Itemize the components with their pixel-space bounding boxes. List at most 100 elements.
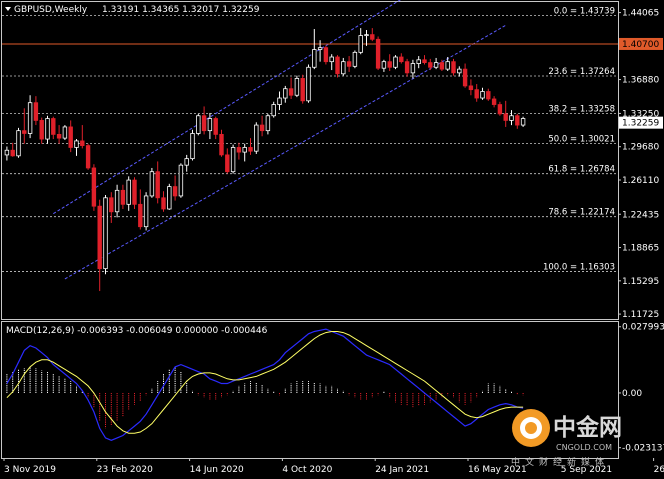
- candle-body: [126, 179, 131, 205]
- symbol-label: GBPUSD,Weekly: [14, 5, 88, 15]
- candle-body: [97, 205, 102, 270]
- candle-body: [358, 35, 363, 53]
- candle-body: [433, 62, 439, 68]
- candle-body: [364, 34, 369, 37]
- candle-body: [387, 61, 392, 68]
- candle-body: [4, 149, 10, 156]
- fibonacci-levels: 0.0 = 1.43739 23.6 = 1.37264 38.2 = 1.3325…: [2, 7, 618, 272]
- candle-body: [480, 91, 485, 99]
- candle-body: [515, 115, 520, 126]
- candle-body: [10, 149, 15, 157]
- candle-body: [167, 186, 172, 210]
- price-tick-label: 1.15295: [622, 277, 659, 287]
- candle-body: [33, 102, 39, 121]
- time-tick-label: 26 Dec 2021: [654, 465, 664, 475]
- candle-body: [51, 118, 56, 135]
- candle-body: [62, 126, 68, 139]
- candle-body: [248, 147, 253, 152]
- candle-body: [323, 47, 329, 63]
- candle-body: [393, 56, 398, 68]
- macd-readout: MACD(12,26,9) -0.006393 -0.006049 0.0000…: [6, 326, 268, 336]
- candle-body: [190, 133, 195, 160]
- candle-body: [468, 85, 474, 91]
- candle-body: [149, 171, 155, 197]
- time-tick-label: 23 Feb 2020: [97, 465, 153, 475]
- candle-body: [457, 68, 462, 74]
- candle-body: [306, 66, 311, 102]
- candle-body: [497, 104, 503, 115]
- candle-body: [242, 147, 247, 153]
- time-tick-label: 4 Oct 2020: [282, 465, 332, 475]
- candle-body: [486, 91, 491, 100]
- candle-body: [91, 167, 97, 207]
- candle-body: [399, 56, 404, 63]
- candle-body: [491, 98, 497, 105]
- fib-label-1: 23.6 = 1.37264: [548, 67, 615, 77]
- candle-body: [375, 38, 381, 69]
- signal-line: [6, 331, 524, 434]
- channel-lower: [64, 24, 506, 280]
- candle-body: [114, 189, 120, 213]
- candlesticks: [4, 28, 526, 292]
- watermark-domain: CNGOLD.COM: [556, 443, 612, 452]
- candle-body: [277, 97, 282, 105]
- candle-body: [39, 120, 44, 140]
- candle-body: [16, 130, 21, 157]
- candle-body: [300, 78, 305, 102]
- candle-body: [132, 179, 137, 205]
- candle-body: [254, 124, 259, 152]
- symbol-dropdown-icon[interactable]: [5, 7, 11, 11]
- watermark-coin-center: [525, 422, 537, 434]
- macd-indicator: [6, 328, 524, 441]
- candle-body: [201, 115, 207, 132]
- current-price-label: 1.32259: [622, 119, 659, 129]
- candle-body: [346, 61, 352, 67]
- fib-label-3: 50.0 = 1.30021: [548, 135, 615, 145]
- candle-body: [225, 154, 230, 173]
- price-tick-label: 1.29680: [622, 143, 659, 153]
- candle-body: [370, 34, 375, 40]
- price-tick-label: 1.44065: [622, 9, 659, 19]
- candle-body: [451, 61, 456, 74]
- candle-body: [265, 115, 271, 132]
- candle-body: [259, 124, 265, 132]
- candle-body: [172, 186, 178, 197]
- candle-body: [22, 130, 27, 134]
- fib-label-4: 61.8 = 1.26784: [548, 165, 615, 175]
- time-tick-label: 14 Jun 2020: [190, 465, 244, 475]
- candle-body: [120, 189, 126, 205]
- candle-body: [68, 126, 73, 148]
- candle-body: [410, 63, 416, 74]
- candle-body: [271, 104, 276, 117]
- macd-tick-label: 0.027993: [622, 323, 664, 333]
- macd-line: [6, 328, 524, 441]
- candle-body: [178, 164, 184, 197]
- watermark-tagline: 中文财经新媒体: [511, 456, 609, 468]
- fib-label-2: 38.2 = 1.33258: [548, 104, 615, 114]
- candle-body: [45, 118, 50, 140]
- fib-label-6: 100.0 = 1.16303: [543, 262, 615, 272]
- ohlc-readout: 1.33191 1.34365 1.32017 1.32259: [102, 5, 260, 15]
- candle-body: [80, 140, 85, 146]
- candle-body: [422, 59, 427, 64]
- chart-canvas[interactable]: 0.0 = 1.43739 23.6 = 1.37264 38.2 = 1.3325…: [0, 0, 664, 479]
- candle-body: [138, 203, 143, 228]
- fib-label-5: 78.6 = 1.22174: [548, 208, 615, 218]
- candle-body: [317, 47, 323, 50]
- price-tick-label: 1.26110: [622, 176, 659, 186]
- candle-body: [207, 118, 213, 132]
- candle-body: [503, 113, 508, 121]
- resistance-price-label: 1.40700: [622, 40, 659, 50]
- price-tick-label: 1.18865: [622, 244, 659, 254]
- candle-body: [474, 89, 479, 99]
- candle-body: [74, 140, 79, 148]
- candle-body: [462, 68, 468, 87]
- candle-body: [294, 78, 300, 96]
- candle-body: [236, 147, 242, 153]
- candle-body: [439, 62, 445, 70]
- candle-body: [352, 51, 358, 67]
- time-tick-label: 3 Nov 2019: [4, 465, 56, 475]
- candle-body: [184, 158, 189, 166]
- candle-body: [288, 88, 294, 96]
- candle-body: [103, 197, 108, 270]
